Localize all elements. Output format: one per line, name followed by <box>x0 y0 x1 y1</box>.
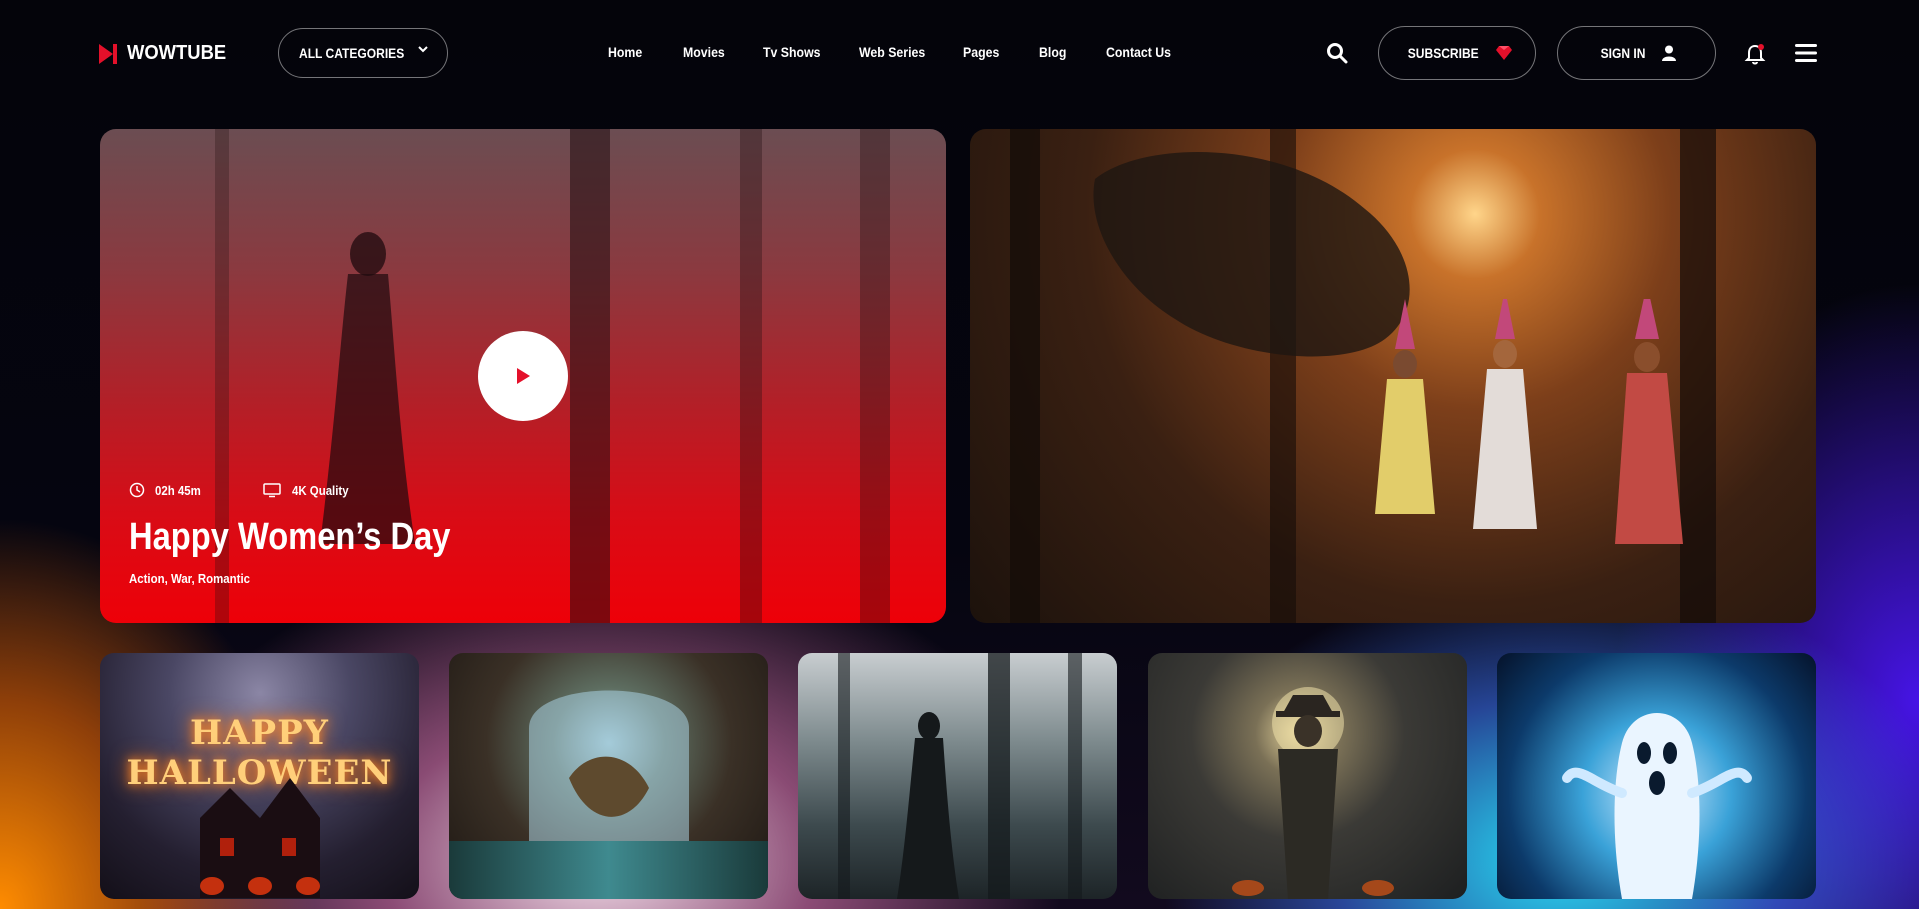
thumbnail-card[interactable] <box>1148 653 1467 899</box>
subscribe-button[interactable]: SUBSCRIBE <box>1378 26 1536 80</box>
thumbnail-card[interactable] <box>798 653 1117 899</box>
thumbnail-card[interactable] <box>449 653 768 899</box>
brand-logo[interactable]: WOWTUBE <box>99 42 235 65</box>
tree-trunk-image <box>740 129 762 623</box>
scarecrow-image <box>1232 687 1394 899</box>
tree-trunk-image <box>570 129 610 623</box>
monitor-icon <box>263 483 281 498</box>
nav-contact-us[interactable]: Contact Us <box>1106 44 1171 60</box>
diamond-icon <box>1496 46 1513 60</box>
cloaked-woman-image <box>897 712 959 899</box>
bed-image <box>449 841 768 899</box>
tree-trunk-image <box>838 653 850 899</box>
nav-blog[interactable]: Blog <box>1039 44 1066 60</box>
featured-duration: 02h 45m <box>155 482 201 498</box>
categories-label: ALL CATEGORIES <box>299 45 405 61</box>
haunted-house-image <box>200 778 320 898</box>
play-button[interactable] <box>478 331 568 421</box>
featured-card-secondary[interactable] <box>970 129 1816 623</box>
nav-tv-shows[interactable]: Tv Shows <box>763 44 821 60</box>
hamburger-menu-icon[interactable] <box>1795 43 1817 63</box>
chevron-down-icon <box>418 46 428 53</box>
site-header: WOWTUBE ALL CATEGORIES Home Movies Tv Sh… <box>0 0 1919 108</box>
nav-pages[interactable]: Pages <box>963 44 999 60</box>
thumbnail-card[interactable]: HAPPY HALLOWEEN <box>100 653 419 899</box>
all-categories-dropdown[interactable]: ALL CATEGORIES <box>278 28 448 78</box>
tree-trunk-image <box>1010 129 1040 623</box>
nav-web-series[interactable]: Web Series <box>859 44 925 60</box>
bell-icon[interactable] <box>1744 43 1766 65</box>
featured-card[interactable]: 02h 45m 4K Quality Happy Women’s Day Act… <box>100 129 946 623</box>
featured-title: Happy Women’s Day <box>129 516 451 558</box>
clock-icon <box>129 482 145 498</box>
featured-quality: 4K Quality <box>292 482 349 498</box>
tree-trunk-image <box>860 129 890 623</box>
nav-movies[interactable]: Movies <box>683 44 725 60</box>
nav-home[interactable]: Home <box>608 44 642 60</box>
featured-meta: 02h 45m 4K Quality <box>129 482 356 498</box>
thumbnail-card[interactable] <box>1497 653 1816 899</box>
logo-play-icon <box>99 43 119 64</box>
ghost-image <box>1562 713 1752 899</box>
play-icon <box>517 368 530 384</box>
search-icon[interactable] <box>1326 42 1348 64</box>
featured-genres: Action, War, Romantic <box>129 571 250 586</box>
user-icon <box>1661 45 1676 61</box>
sign-in-button[interactable]: SIGN IN <box>1557 26 1716 80</box>
tree-trunk-image <box>988 653 1010 899</box>
subscribe-label: SUBSCRIBE <box>1407 45 1479 61</box>
sign-in-label: SIGN IN <box>1601 45 1646 61</box>
brand-name: WOWTUBE <box>127 42 227 64</box>
children-image <box>1375 299 1683 544</box>
tree-trunk-image <box>1068 653 1082 899</box>
